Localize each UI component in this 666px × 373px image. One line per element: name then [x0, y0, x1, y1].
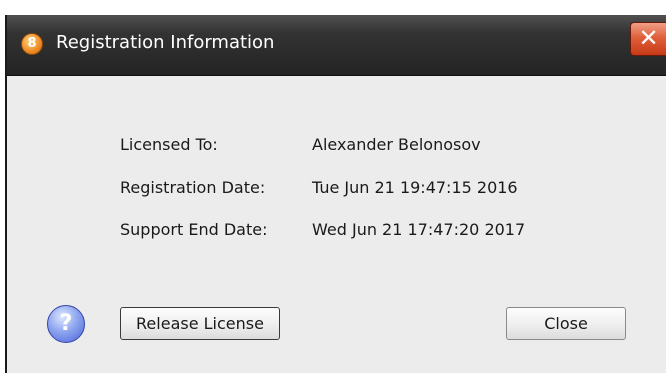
release-license-button[interactable]: Release License — [120, 307, 280, 340]
registration-date-label: Registration Date: — [120, 178, 266, 197]
registration-dialog: 8 Registration Information ✕ Licensed To… — [5, 15, 666, 373]
window-title: Registration Information — [56, 32, 275, 53]
licensed-to-value: Alexander Belonosov — [312, 135, 481, 154]
app-logo-icon: 8 — [21, 33, 43, 55]
registration-date-value: Tue Jun 21 19:47:15 2016 — [312, 178, 518, 197]
support-end-date-label: Support End Date: — [120, 220, 268, 239]
title-bar[interactable]: 8 Registration Information ✕ — [7, 15, 666, 76]
licensed-to-label: Licensed To: — [120, 135, 218, 154]
window-close-button[interactable]: ✕ — [630, 22, 666, 56]
close-button[interactable]: Close — [506, 307, 626, 340]
help-icon[interactable]: ? — [47, 305, 85, 343]
support-end-date-value: Wed Jun 21 17:47:20 2017 — [312, 220, 526, 239]
